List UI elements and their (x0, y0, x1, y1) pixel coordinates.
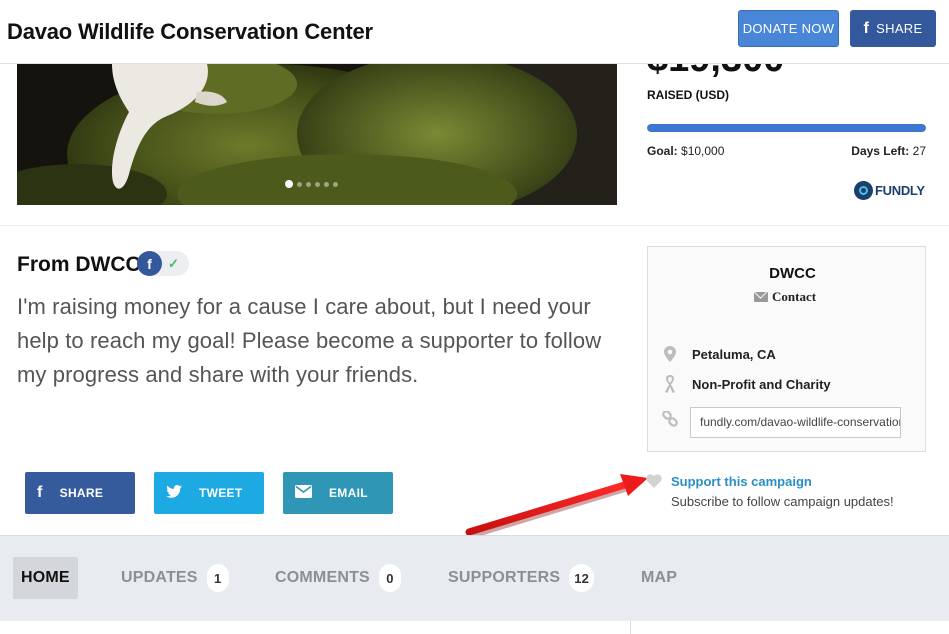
goal-value: $10,000 (681, 144, 725, 158)
tab-updates[interactable]: UPDATES 1 (121, 557, 229, 599)
red-annotation-arrow (465, 474, 648, 539)
location-row: Petaluma, CA (662, 345, 776, 363)
tweet-button[interactable]: TWEET (154, 472, 264, 514)
tab-map[interactable]: MAP (641, 557, 677, 599)
donate-now-button[interactable]: DONATE NOW (738, 10, 839, 47)
funding-progress-bar (647, 124, 926, 132)
campaign-tabs: HOME UPDATES 1 COMMENTS 0 SUPPORTERS 12 … (0, 535, 949, 621)
campaign-page: Davao Wildlife Conservation Center DONAT… (0, 0, 949, 634)
tab-map-label: MAP (641, 569, 678, 586)
tab-comments-label: COMMENTS (275, 569, 370, 586)
organizer-location: Petaluma, CA (692, 346, 776, 362)
fundly-logo[interactable]: FUNDLY (854, 181, 925, 200)
funding-progress-fill (647, 124, 926, 132)
email-share-button[interactable]: EMAIL (283, 472, 393, 514)
slider-dot[interactable] (297, 181, 302, 187)
email-label: EMAIL (329, 486, 368, 500)
slider-dot[interactable] (306, 181, 311, 187)
slider-dots (285, 180, 338, 188)
envelope-icon (295, 485, 312, 501)
section-divider (0, 225, 949, 226)
tab-home[interactable]: HOME (13, 557, 78, 599)
check-icon: ✓ (168, 255, 179, 271)
campaign-url-field[interactable]: fundly.com/davao-wildlife-conservation-c… (690, 407, 901, 438)
support-campaign-link[interactable]: Support this campaign (671, 474, 812, 489)
facebook-icon: f (863, 19, 870, 37)
tab-updates-label: UPDATES (121, 569, 198, 586)
tab-comments[interactable]: COMMENTS 0 (275, 557, 401, 599)
goal-text: Goal: $10,000 (647, 144, 724, 158)
days-left-text: Days Left: 27 (851, 144, 926, 158)
tab-supporters[interactable]: SUPPORTERS 12 (448, 557, 595, 599)
slider-dot[interactable] (333, 181, 338, 187)
heart-icon[interactable] (646, 474, 662, 493)
days-left-label: Days Left: (851, 144, 910, 158)
site-title: Davao Wildlife Conservation Center (7, 19, 373, 44)
header-share-label: SHARE (876, 21, 923, 36)
organizer-category: Non-Profit and Charity (692, 376, 831, 392)
facebook-icon: f (137, 251, 162, 276)
goal-label: Goal: (647, 144, 678, 158)
link-icon (662, 410, 678, 428)
from-title: From DWCC (17, 253, 141, 276)
fundly-wordmark: FUNDLY (875, 183, 925, 198)
fundly-mark-icon (854, 181, 873, 200)
comments-count-badge: 0 (378, 564, 401, 592)
facebook-verified-badge: f ✓ (137, 251, 189, 276)
hero-image-slider[interactable] (17, 64, 617, 205)
header-share-button[interactable]: f SHARE (850, 10, 936, 47)
url-row (662, 410, 678, 428)
twitter-icon (166, 485, 182, 501)
contact-link[interactable]: Contact (754, 289, 816, 305)
facebook-share-label: SHARE (59, 486, 104, 500)
supporters-count-badge: 12 (569, 564, 595, 592)
map-pin-icon (662, 345, 678, 363)
facebook-icon: f (37, 484, 43, 501)
tab-supporters-label: SUPPORTERS (448, 569, 561, 586)
ribbon-icon (662, 375, 678, 393)
support-subtitle: Subscribe to follow campaign updates! (671, 494, 894, 509)
content-divider (630, 621, 631, 634)
organizer-card: DWCC Contact Petaluma, CA Non-Profit and… (647, 246, 926, 452)
facebook-share-button[interactable]: f SHARE (25, 472, 135, 514)
slider-dot[interactable] (324, 181, 329, 187)
contact-label: Contact (772, 289, 817, 304)
organizer-name: DWCC (769, 265, 816, 282)
campaign-story: I'm raising money for a cause I care abo… (17, 294, 602, 387)
slider-dot[interactable] (285, 180, 293, 188)
top-header: Davao Wildlife Conservation Center DONAT… (0, 0, 949, 64)
updates-count-badge: 1 (206, 564, 229, 592)
category-row: Non-Profit and Charity (662, 375, 831, 393)
tweet-label: TWEET (199, 486, 243, 500)
tab-home-label: HOME (21, 569, 70, 586)
envelope-icon (754, 292, 768, 302)
slider-dot[interactable] (315, 181, 320, 187)
raised-label: RAISED (USD) (647, 88, 730, 102)
days-left-value: 27 (912, 144, 926, 158)
